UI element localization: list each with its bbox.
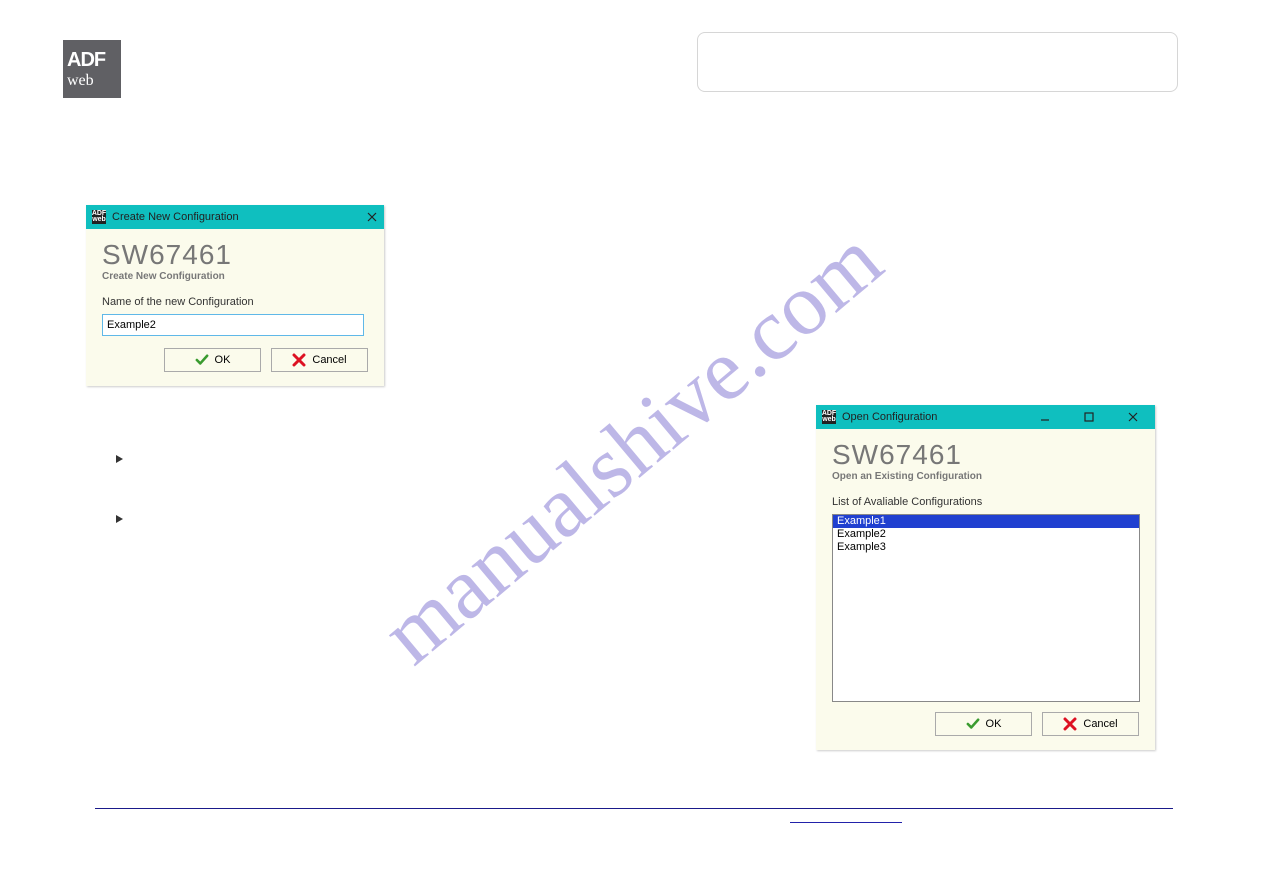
create-title: Create New Configuration	[112, 211, 239, 223]
close-button[interactable]	[360, 205, 384, 229]
logo-line2: web	[67, 72, 121, 90]
app-subtitle: Create New Configuration	[102, 271, 368, 282]
x-icon	[1063, 717, 1077, 731]
bottom-link-underline	[790, 822, 902, 823]
close-button[interactable]	[1111, 405, 1155, 429]
list-label: List of Avaliable Configurations	[832, 496, 1139, 508]
x-icon	[292, 353, 306, 367]
list-item[interactable]: Example1	[833, 515, 1139, 528]
adfweb-logo: ADF web	[63, 40, 121, 98]
open-titlebar: ADFweb Open Configuration	[816, 405, 1155, 429]
ok-button[interactable]: OK	[164, 348, 261, 372]
bullet-icon	[114, 454, 124, 464]
ok-button[interactable]: OK	[935, 712, 1032, 736]
logo-line1: ADF	[67, 49, 121, 72]
cancel-button[interactable]: Cancel	[271, 348, 368, 372]
config-name-label: Name of the new Configuration	[102, 296, 368, 308]
list-item[interactable]: Example3	[833, 541, 1139, 554]
check-icon	[966, 718, 980, 730]
app-icon: ADFweb	[822, 410, 836, 424]
open-title: Open Configuration	[842, 411, 937, 423]
config-list[interactable]: Example1 Example2 Example3	[832, 514, 1140, 702]
maximize-button[interactable]	[1067, 405, 1111, 429]
minimize-icon	[1040, 412, 1050, 422]
cancel-label: Cancel	[1083, 718, 1117, 730]
maximize-icon	[1084, 412, 1094, 422]
ok-label: OK	[215, 354, 231, 366]
ok-label: OK	[986, 718, 1002, 730]
create-titlebar: ADFweb Create New Configuration	[86, 205, 384, 229]
info-box	[697, 32, 1178, 92]
bullet-icon	[114, 514, 124, 524]
create-config-dialog: ADFweb Create New Configuration SW67461 …	[86, 205, 384, 386]
app-title: SW67461	[102, 239, 368, 271]
config-name-input[interactable]	[102, 314, 364, 336]
close-icon	[1128, 412, 1138, 422]
cancel-button[interactable]: Cancel	[1042, 712, 1139, 736]
open-config-dialog: ADFweb Open Configuration SW67461 Open a…	[816, 405, 1155, 750]
close-icon	[367, 212, 377, 222]
app-title: SW67461	[832, 439, 1139, 471]
list-item[interactable]: Example2	[833, 528, 1139, 541]
app-icon: ADFweb	[92, 210, 106, 224]
app-subtitle: Open an Existing Configuration	[832, 471, 1139, 482]
minimize-button[interactable]	[1023, 405, 1067, 429]
check-icon	[195, 354, 209, 366]
divider	[95, 808, 1173, 809]
cancel-label: Cancel	[312, 354, 346, 366]
